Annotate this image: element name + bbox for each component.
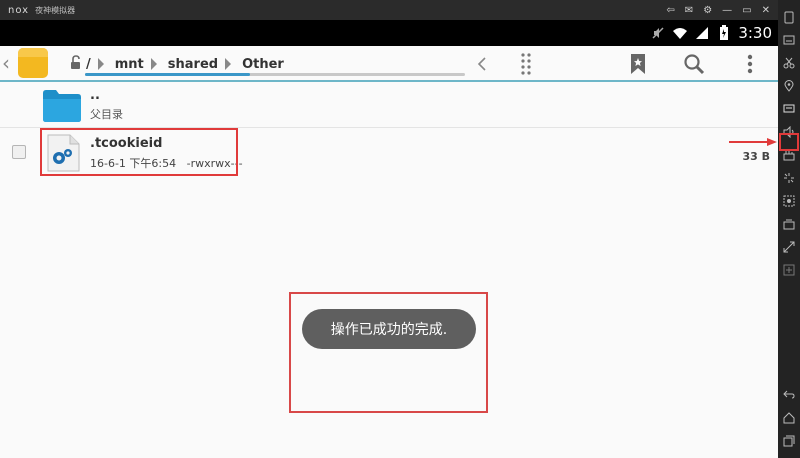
emulator-window-controls: ⇦ ✉ ⚙ — ▭ ✕ xyxy=(666,5,770,16)
list-item-parent-directory[interactable]: .. 父目录 xyxy=(0,84,778,128)
emulator-sidebar xyxy=(778,0,800,458)
more-vert-icon[interactable] xyxy=(502,46,550,82)
home-icon[interactable] xyxy=(782,411,796,425)
chevron-right-icon xyxy=(97,57,109,71)
overflow-menu-icon[interactable] xyxy=(722,46,778,82)
chevron-left-icon[interactable] xyxy=(462,46,502,82)
location-icon[interactable] xyxy=(782,79,796,93)
message-icon[interactable] xyxy=(782,102,796,116)
file-size: 33 B xyxy=(742,150,770,163)
file-checkbox[interactable] xyxy=(12,145,26,159)
toolbar-actions xyxy=(462,46,778,82)
settings-icon[interactable]: ⚙ xyxy=(703,5,712,16)
chevron-right-icon xyxy=(224,57,236,71)
emulator-title: 夜神模拟器 xyxy=(35,5,76,15)
multi-icon[interactable] xyxy=(782,217,796,231)
breadcrumb-root[interactable]: / xyxy=(86,57,91,72)
keyboard-icon[interactable] xyxy=(782,33,796,47)
signal-icon xyxy=(694,25,710,41)
bookmark-icon[interactable] xyxy=(610,46,666,82)
search-icon[interactable] xyxy=(666,46,722,82)
screenshot-icon[interactable] xyxy=(782,194,796,208)
emulator-window: nox 夜神模拟器 ⇦ ✉ ⚙ — ▭ ✕ 3:30 ‹ / mnt share… xyxy=(0,0,800,458)
file-highlight-annotation xyxy=(40,128,238,176)
recents-icon[interactable] xyxy=(782,434,796,448)
folder-icon xyxy=(43,90,81,122)
folder-icon[interactable] xyxy=(18,48,48,78)
wifi-icon xyxy=(672,25,688,41)
phone-icon[interactable] xyxy=(782,10,796,24)
drawer-back-icon[interactable]: ‹ xyxy=(2,45,14,81)
parent-label: 父目录 xyxy=(90,108,123,121)
mute-icon xyxy=(650,25,666,41)
breadcrumb-scroll-thumb[interactable] xyxy=(85,73,250,76)
message-button-highlight-annotation xyxy=(779,133,799,151)
mail-icon[interactable]: ✉ xyxy=(685,5,693,16)
breadcrumb: / mnt shared Other xyxy=(86,46,284,82)
scissors-icon[interactable] xyxy=(782,56,796,70)
back-icon[interactable] xyxy=(782,388,796,402)
breadcrumb-mnt[interactable]: mnt xyxy=(115,57,144,72)
minimize-icon[interactable]: — xyxy=(722,5,732,16)
add-icon[interactable] xyxy=(782,263,796,277)
share-icon[interactable]: ⇦ xyxy=(666,5,674,16)
toast-message: 操作已成功的完成. xyxy=(302,309,476,349)
parent-dots: .. xyxy=(90,88,100,103)
shake-icon[interactable] xyxy=(782,171,796,185)
android-status-bar: 3:30 xyxy=(0,20,778,46)
close-icon[interactable]: ✕ xyxy=(762,5,770,16)
chevron-right-icon xyxy=(150,57,162,71)
status-time: 3:30 xyxy=(738,24,772,42)
arrow-annotation-icon xyxy=(729,138,777,146)
emulator-logo: nox xyxy=(8,4,30,16)
unlock-icon[interactable] xyxy=(68,55,84,71)
maximize-icon[interactable]: ▭ xyxy=(742,5,751,16)
emulator-titlebar: nox 夜神模拟器 ⇦ ✉ ⚙ — ▭ ✕ xyxy=(0,0,778,20)
resize-icon[interactable] xyxy=(782,240,796,254)
breadcrumb-shared[interactable]: shared xyxy=(168,57,218,72)
breadcrumb-other[interactable]: Other xyxy=(242,57,284,72)
battery-icon xyxy=(716,25,732,41)
